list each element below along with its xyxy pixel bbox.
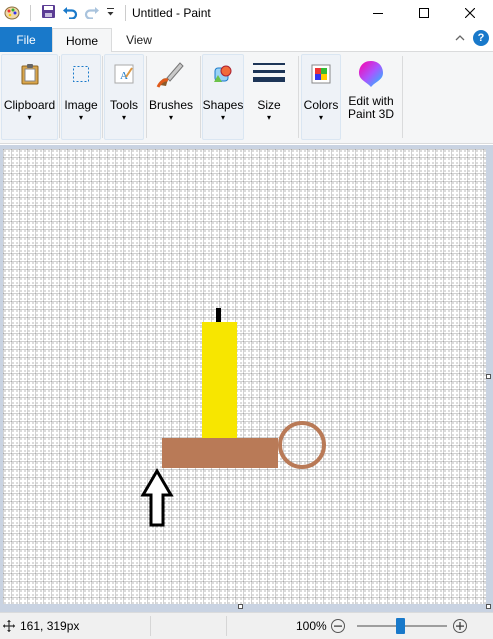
cursor-position-text: 161, 319px — [20, 619, 80, 633]
close-button[interactable] — [447, 0, 493, 26]
chevron-down-icon: ▾ — [318, 113, 323, 122]
paint-window: Untitled - Paint File Home View ? Clipbo… — [0, 0, 493, 639]
move-crosshair-icon — [3, 620, 15, 632]
window-controls — [355, 0, 493, 26]
colors-button[interactable]: Colors ▾ — [301, 54, 341, 136]
chevron-down-icon: ▾ — [27, 113, 32, 122]
ribbon-divider — [298, 56, 299, 138]
clipboard-label: Clipboard — [3, 98, 56, 112]
paint3d-button[interactable]: Edit with Paint 3D — [343, 54, 399, 136]
resize-handle-right[interactable] — [486, 374, 491, 379]
zoom-slider-thumb[interactable] — [396, 618, 405, 634]
paint3d-icon — [355, 58, 387, 90]
plus-icon — [456, 622, 464, 630]
up-arrow-shape — [140, 468, 174, 527]
colors-icon — [305, 58, 337, 90]
tools-label: Tools — [109, 98, 138, 112]
help-icon[interactable]: ? — [473, 30, 489, 46]
canvas-workspace — [0, 145, 493, 612]
ribbon: Clipboard ▾ Image ▾ A Tools ▾ Brushes ▾ … — [0, 52, 493, 144]
undo-icon[interactable] — [62, 4, 78, 22]
minimize-icon — [373, 13, 383, 14]
ribbon-divider — [402, 56, 403, 138]
collapse-ribbon-icon[interactable] — [455, 31, 465, 45]
tools-button[interactable]: A Tools ▾ — [104, 54, 144, 136]
qat-divider-2 — [125, 5, 126, 21]
cursor-position: 161, 319px — [3, 613, 148, 639]
clipboard-icon — [14, 58, 46, 90]
status-divider — [226, 616, 227, 636]
brush-icon — [155, 58, 187, 90]
zoom-level: 100% — [296, 619, 327, 633]
shapes-icon — [207, 58, 239, 90]
chevron-down-icon: ▾ — [266, 113, 271, 122]
ribbon-divider — [59, 56, 60, 138]
brushes-button[interactable]: Brushes ▾ — [147, 54, 195, 136]
maximize-button[interactable] — [401, 0, 447, 26]
close-icon — [465, 8, 475, 18]
image-label: Image — [64, 98, 98, 112]
tab-file[interactable]: File — [0, 27, 52, 52]
redo-icon[interactable] — [84, 4, 100, 22]
size-button[interactable]: Size ▾ — [247, 54, 291, 136]
ribbon-tabs: File Home View ? — [0, 26, 493, 53]
drawing-canvas[interactable] — [3, 149, 486, 604]
select-icon — [65, 58, 97, 90]
minus-icon — [334, 625, 342, 627]
size-label: Size — [257, 98, 281, 112]
minimize-button[interactable] — [355, 0, 401, 26]
shapes-label: Shapes — [202, 98, 244, 112]
save-icon[interactable] — [41, 4, 56, 22]
status-bar: 161, 319px 100% — [0, 612, 493, 639]
window-title: Untitled - Paint — [132, 6, 211, 20]
candle-holder-base — [162, 438, 278, 468]
resize-handle-bottom[interactable] — [238, 604, 243, 609]
resize-handle-corner[interactable] — [486, 604, 491, 609]
tab-home[interactable]: Home — [52, 28, 112, 53]
candle-wick — [216, 308, 221, 324]
chevron-down-icon: ▾ — [168, 113, 173, 122]
customize-qat-icon[interactable] — [106, 6, 115, 21]
ribbon-right-controls: ? — [455, 30, 489, 46]
qat-divider — [30, 5, 31, 21]
paint-app-icon[interactable] — [4, 4, 20, 23]
chevron-down-icon: ▾ — [121, 113, 126, 122]
ribbon-divider — [102, 56, 103, 138]
tools-icon: A — [108, 58, 140, 90]
colors-label: Colors — [303, 98, 339, 112]
candle-holder-handle — [278, 421, 326, 469]
zoom-out-button[interactable] — [331, 619, 345, 633]
candle-body — [202, 322, 237, 438]
tab-view[interactable]: View — [112, 28, 166, 52]
title-bar: Untitled - Paint — [0, 0, 493, 26]
clipboard-button[interactable]: Clipboard ▾ — [1, 54, 58, 136]
quick-access-toolbar — [0, 4, 130, 23]
size-icon — [253, 58, 285, 90]
chevron-down-icon: ▾ — [220, 113, 225, 122]
maximize-icon — [419, 8, 429, 18]
shapes-button[interactable]: Shapes ▾ — [202, 54, 244, 136]
chevron-down-icon: ▾ — [78, 113, 83, 122]
zoom-in-button[interactable] — [453, 619, 467, 633]
ribbon-divider — [200, 56, 201, 138]
paint3d-label: Edit with Paint 3D — [347, 94, 395, 121]
image-button[interactable]: Image ▾ — [61, 54, 101, 136]
canvas-drawing — [140, 308, 326, 527]
brushes-label: Brushes — [148, 98, 194, 112]
status-divider — [150, 616, 151, 636]
